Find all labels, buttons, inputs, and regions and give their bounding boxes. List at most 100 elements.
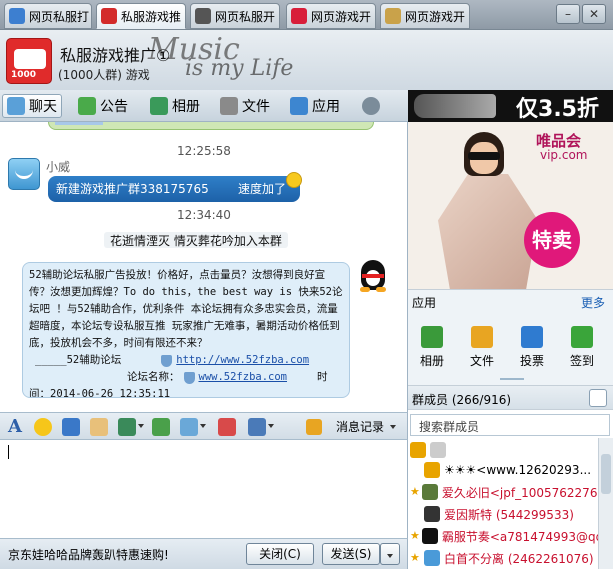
close-window-button[interactable]: ✕ <box>582 4 606 24</box>
chevron-down-icon <box>390 424 397 429</box>
minimize-button[interactable]: – <box>556 4 580 24</box>
chart-icon <box>521 326 543 348</box>
chat-messages[interactable]: 12:25:58 小威 新建游戏推广群338175765 速度加了 12:34:… <box>0 122 408 412</box>
sailboat-icon[interactable] <box>62 418 80 436</box>
list-item[interactable] <box>410 440 598 460</box>
close-button[interactable]: 关闭(C) <box>246 543 314 565</box>
tab-1[interactable]: 私服游戏推 <box>96 3 186 29</box>
top-ad-banner[interactable]: 仅3.5折 <box>408 90 613 122</box>
app-label: 签到 <box>569 354 594 368</box>
tab-0[interactable]: 网页私服打 <box>4 3 92 29</box>
star-icon: ★ <box>410 551 420 564</box>
ad-message-bubble: 52辅助论坛私服广告投放！价格好，点击量员？汝想得到良好宣传？汝想更加辉煌？To… <box>22 262 350 398</box>
image-icon[interactable] <box>118 418 136 436</box>
message-history-button[interactable]: 消息记录 <box>306 418 397 435</box>
member-name: ☀☀☀<www.12620293... <box>444 463 592 477</box>
send-button[interactable]: 发送(S) <box>322 543 380 565</box>
text-cursor <box>8 445 9 459</box>
member-header: 群成员 (266/916) <box>408 386 613 410</box>
promo-link[interactable]: 京东娃哈哈品牌轰趴特惠速购! <box>8 546 169 563</box>
bottom-bar: 京东娃哈哈品牌轰趴特惠速购! 关闭(C) 发送(S) <box>0 538 408 569</box>
sender-name[interactable]: 小威 <box>46 158 70 175</box>
apps-more-link[interactable]: 更多 <box>581 294 605 311</box>
heart-icon <box>291 8 307 24</box>
tab-4[interactable]: 网页游戏开 <box>380 3 470 29</box>
group-member-count: (1000人群) 游戏 <box>58 68 150 82</box>
settings-button[interactable] <box>358 94 388 118</box>
chevron-down-icon[interactable] <box>200 424 206 428</box>
app-album[interactable]: 相册 <box>412 326 452 369</box>
tab-2[interactable]: 网页私服开 <box>190 3 280 29</box>
list-item[interactable]: 爱因斯特 (544299533) <box>410 504 598 524</box>
app-vote[interactable]: 投票 <box>512 326 552 369</box>
emoji-icon[interactable] <box>34 418 52 436</box>
member-search-input[interactable]: 搜索群成员 <box>410 414 610 436</box>
history-icon <box>306 418 322 435</box>
model-image <box>428 132 548 289</box>
window-icon[interactable] <box>248 418 266 436</box>
app-files[interactable]: 文件 <box>462 326 502 369</box>
send-options-button[interactable] <box>380 543 400 565</box>
tab-label: 网页游戏开 <box>311 9 372 24</box>
group-avatar-number: 1000 <box>11 70 37 80</box>
screenshot-icon[interactable] <box>180 418 198 436</box>
site-link[interactable]: www.52fzba.com <box>199 369 288 386</box>
tab-notice[interactable]: 公告 <box>74 94 132 118</box>
shield-icon <box>161 354 173 367</box>
forum-link[interactable]: http://www.52fzba.com <box>176 352 309 369</box>
message-text: 新建游戏推广群338175765 <box>56 182 209 196</box>
message-text-suffix: 速度加了 <box>237 182 286 196</box>
member-name: 爱因斯特 (544299533) <box>444 507 574 522</box>
photo-send-icon[interactable] <box>152 418 170 436</box>
qq-penguin-icon <box>421 528 438 544</box>
tab-album[interactable]: 相册 <box>146 94 204 118</box>
doodle-icon[interactable] <box>90 418 108 436</box>
group-toolbar: 聊天 公告 相册 文件 应用 <box>0 90 408 122</box>
sale-badge: 特卖 <box>524 212 580 268</box>
chevron-down-icon <box>387 554 393 558</box>
list-item[interactable]: ☀☀☀<www.12620293... <box>410 460 598 480</box>
shoe-image <box>414 94 496 118</box>
group-avatar[interactable]: 1000 <box>6 38 52 84</box>
search-icon[interactable] <box>589 389 607 407</box>
gamepad-icon <box>14 49 46 69</box>
member-list: 群成员 (266/916) 搜索群成员 ☀☀☀<www.12620293... … <box>408 386 613 569</box>
moon-icon <box>286 172 302 188</box>
chevron-down-icon[interactable] <box>138 424 144 428</box>
avatar <box>421 484 438 500</box>
ad-site-line: 论坛名称： www.52fzba.com 时 <box>29 369 343 386</box>
megaphone-icon <box>78 97 96 115</box>
tab-apps[interactable]: 应用 <box>286 94 344 118</box>
tab-chat-label: 聊天 <box>29 99 57 115</box>
tab-chat[interactable]: 聊天 <box>2 94 62 118</box>
group-name[interactable]: 私服游戏推广① <box>60 42 170 66</box>
folder-icon <box>471 326 493 348</box>
message-input[interactable] <box>0 440 408 538</box>
list-item[interactable]: ★ 爱久必旧<jpf_1005762276... <box>410 482 598 502</box>
photo-icon <box>421 326 443 348</box>
avatar[interactable] <box>8 158 40 190</box>
scrollbar-thumb[interactable] <box>601 454 611 494</box>
skin-text-life: is my Life <box>185 56 294 81</box>
list-item[interactable]: ★ 白首不分离 (2462261076) <box>410 548 598 568</box>
game-icon <box>385 8 401 24</box>
tab-files[interactable]: 文件 <box>216 94 274 118</box>
page-indicator <box>500 378 524 380</box>
tab-3[interactable]: 网页游戏开 <box>286 3 376 29</box>
vip-ad-panel[interactable]: 唯品会 vip.com 特卖 <box>408 122 613 290</box>
timestamp: 12:34:40 <box>177 208 231 222</box>
list-item[interactable]: ★ 霸服节奏<a781474993@qq... <box>410 526 598 546</box>
signature-name: _____52辅助论坛 <box>35 354 122 366</box>
tab-notice-label: 公告 <box>100 99 128 115</box>
vip-url: vip.com <box>540 148 588 162</box>
chevron-down-icon[interactable] <box>268 424 274 428</box>
file-icon <box>220 97 238 115</box>
time-label: 时 <box>317 371 328 383</box>
font-icon[interactable]: A <box>6 418 24 436</box>
avatar <box>430 442 446 458</box>
music-share-icon[interactable] <box>218 418 236 436</box>
tab-label: 网页私服打 <box>29 9 90 24</box>
member-scrollbar[interactable] <box>598 438 613 569</box>
app-checkin[interactable]: 签到 <box>562 326 602 369</box>
